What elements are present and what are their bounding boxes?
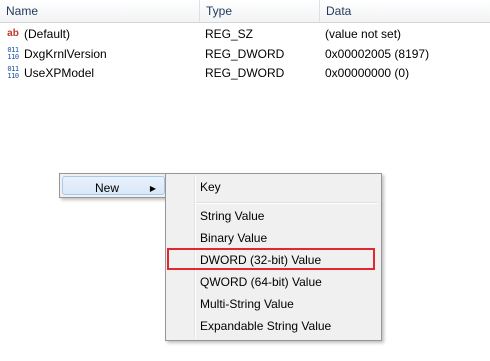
- value-name: DxgKrnlVersion: [24, 47, 107, 61]
- binary-value-icon: 011 110: [7, 65, 19, 80]
- value-data: (value not set): [325, 27, 402, 41]
- submenu-arrow-icon: ▶: [149, 184, 156, 193]
- column-header-type[interactable]: Type: [199, 0, 320, 22]
- column-header-name[interactable]: Name: [0, 0, 200, 22]
- value-data: 0x00000000 (0): [325, 66, 410, 80]
- value-name: (Default): [24, 27, 71, 41]
- value-type: REG_DWORD: [205, 47, 285, 61]
- column-header-data[interactable]: Data: [319, 0, 490, 22]
- menu-item-multi-string-value[interactable]: Multi-String Value: [168, 293, 379, 315]
- menu-item-expandable-string-value[interactable]: Expandable String Value: [168, 315, 379, 337]
- value-name: UseXPModel: [24, 66, 95, 80]
- menu-item-binary-value[interactable]: Binary Value: [168, 227, 379, 249]
- string-value-icon: ab: [7, 28, 19, 39]
- menu-item-label: Multi-String Value: [200, 297, 294, 311]
- menu-item-label: String Value: [200, 209, 265, 223]
- menu-item-string-value[interactable]: String Value: [168, 205, 379, 227]
- menu-item-label: QWORD (64-bit) Value: [200, 275, 322, 289]
- menu-item-new-label: New: [95, 181, 120, 195]
- value-type: REG_DWORD: [205, 66, 285, 80]
- value-data: 0x00002005 (8197): [325, 47, 430, 61]
- binary-value-icon: 011 110: [7, 46, 19, 61]
- menu-item-new[interactable]: New ▶: [62, 176, 165, 195]
- menu-item-label: Binary Value: [200, 231, 268, 245]
- menu-item-qword-value[interactable]: QWORD (64-bit) Value: [168, 271, 379, 293]
- highlight-annotation-box: [167, 248, 375, 270]
- menu-separator: [196, 202, 378, 204]
- value-type: REG_SZ: [205, 27, 254, 41]
- list-item[interactable]: 011 110 DxgKrnlVersion REG_DWORD 0x00002…: [0, 45, 490, 63]
- menu-item-label: Key: [200, 180, 221, 194]
- menu-item-key[interactable]: Key: [168, 176, 379, 198]
- menu-item-label: Expandable String Value: [200, 319, 332, 333]
- list-header: Name Type Data: [0, 0, 490, 23]
- list-item[interactable]: 011 110 UseXPModel REG_DWORD 0x00000000 …: [0, 64, 490, 82]
- context-menu: New ▶: [59, 173, 168, 198]
- list-item[interactable]: ab (Default) REG_SZ (value not set): [0, 25, 490, 43]
